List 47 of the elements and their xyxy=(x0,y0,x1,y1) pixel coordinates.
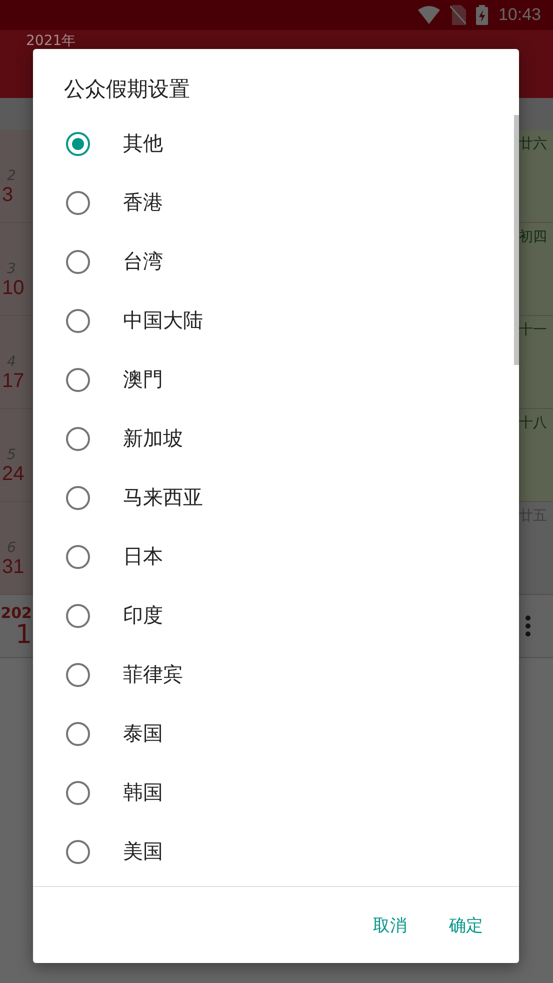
radio-option[interactable]: 日本 xyxy=(33,527,514,586)
dialog-title: 公众假期设置 xyxy=(63,76,191,103)
radio-button[interactable] xyxy=(66,604,90,628)
scrollbar[interactable] xyxy=(514,115,519,365)
more-icon[interactable] xyxy=(525,615,531,637)
dialog-button[interactable]: 确定 xyxy=(435,906,497,944)
day-number: 17 xyxy=(1,370,26,393)
app-title: 2021年 xyxy=(26,33,76,50)
radio-button[interactable] xyxy=(66,308,90,332)
status-time: 10:43 xyxy=(498,5,541,25)
radio-option[interactable]: 澳門 xyxy=(33,350,514,409)
lunar-date: 廿六 xyxy=(519,136,547,152)
day-number: 24 xyxy=(1,463,26,486)
radio-button[interactable] xyxy=(66,662,90,686)
radio-option[interactable]: 印度 xyxy=(33,586,514,645)
lunar-date: 初四 xyxy=(519,229,547,245)
day-number: 3 xyxy=(1,184,14,207)
no-sim-icon xyxy=(450,5,466,25)
radio-option[interactable]: 韩国 xyxy=(33,763,514,822)
radio-button[interactable] xyxy=(66,190,90,214)
radio-button[interactable] xyxy=(66,722,90,746)
radio-option[interactable]: 香港 xyxy=(33,173,514,232)
radio-button[interactable] xyxy=(66,780,90,804)
radio-option[interactable]: 美国 xyxy=(33,822,514,881)
year-label: 202 xyxy=(0,604,32,622)
radio-option[interactable]: 新加坡 xyxy=(33,409,514,468)
radio-option[interactable]: 菲律宾 xyxy=(33,645,514,704)
radio-option[interactable]: 泰国 xyxy=(33,704,514,763)
lunar-date: 十一 xyxy=(519,322,547,338)
radio-option[interactable]: 台湾 xyxy=(33,232,514,291)
lunar-date: 十八 xyxy=(519,415,547,431)
radio-option[interactable]: 中国大陆 xyxy=(33,291,514,350)
radio-button[interactable] xyxy=(66,486,90,510)
dialog-button[interactable]: 取消 xyxy=(359,906,421,944)
radio-button[interactable] xyxy=(66,544,90,568)
month-number: 1 xyxy=(15,622,32,648)
radio-option[interactable]: 其他 xyxy=(33,114,514,173)
radio-button[interactable] xyxy=(66,368,90,392)
day-number: 10 xyxy=(1,277,26,300)
radio-button[interactable] xyxy=(66,840,90,864)
radio-button[interactable] xyxy=(66,426,90,450)
day-number: 31 xyxy=(1,556,26,579)
battery-icon xyxy=(476,5,488,25)
wifi-icon xyxy=(418,6,440,24)
radio-option[interactable]: 马来西亚 xyxy=(33,468,514,527)
radio-button[interactable] xyxy=(66,250,90,274)
radio-button[interactable] xyxy=(66,132,90,156)
